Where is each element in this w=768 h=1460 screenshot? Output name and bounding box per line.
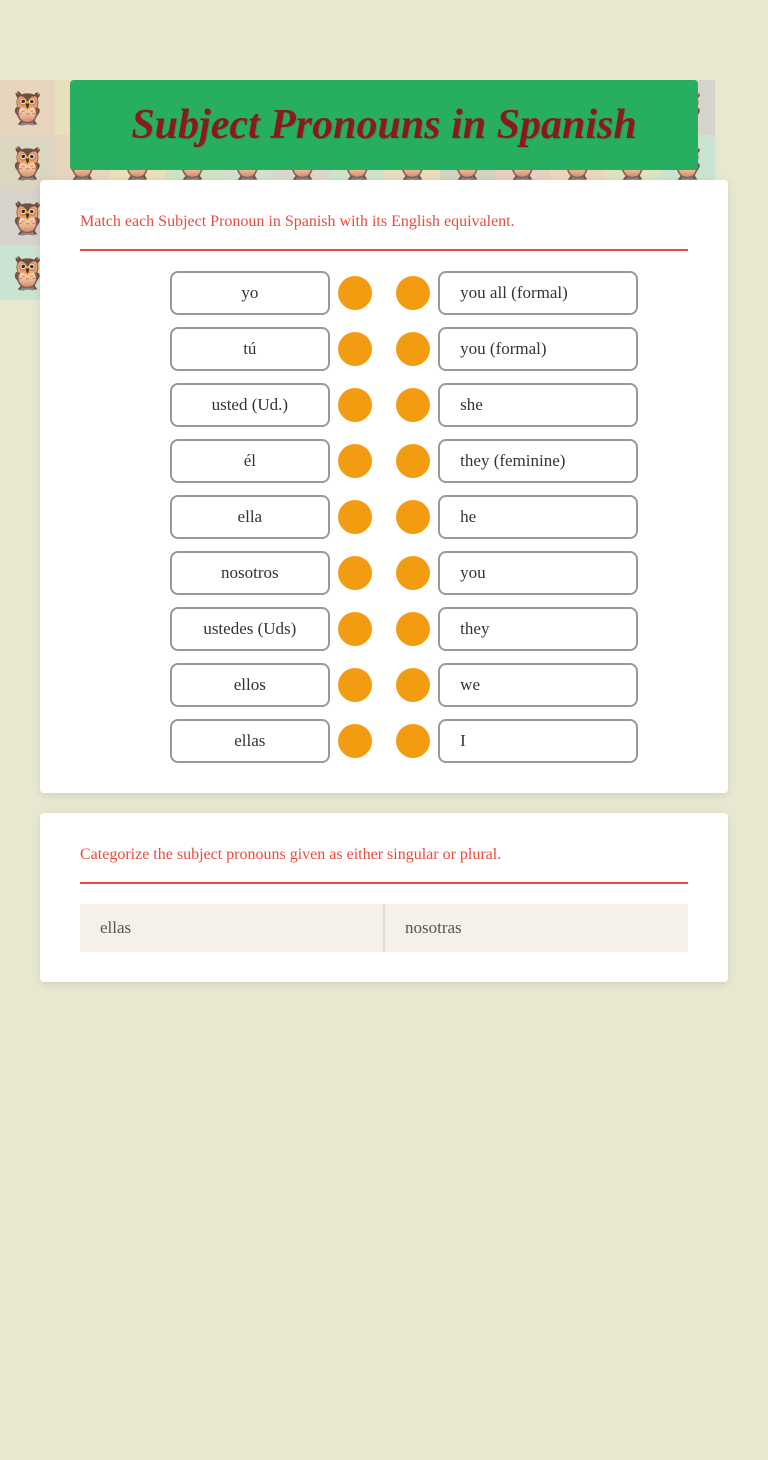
spanish-word-4: ella	[170, 495, 330, 539]
english-word-5: you	[438, 551, 638, 595]
match-right-8: I	[396, 719, 688, 763]
section-divider	[80, 249, 688, 251]
owl-decoration: 🦉	[0, 80, 55, 135]
match-row: tú you (formal)	[80, 327, 688, 371]
match-left-1: tú	[80, 327, 372, 371]
match-section: Match each Subject Pronoun in Spanish wi…	[40, 180, 728, 793]
match-row: ellas I	[80, 719, 688, 763]
spanish-word-3: él	[170, 439, 330, 483]
spanish-word-0: yo	[170, 271, 330, 315]
right-dot-8[interactable]	[396, 724, 430, 758]
english-word-7: we	[438, 663, 638, 707]
english-word-3: they (feminine)	[438, 439, 638, 483]
match-left-4: ella	[80, 495, 372, 539]
right-dot-2[interactable]	[396, 388, 430, 422]
match-left-6: ustedes (Uds)	[80, 607, 372, 651]
right-dot-4[interactable]	[396, 500, 430, 534]
right-dot-6[interactable]	[396, 612, 430, 646]
match-grid: yo you all (formal) tú you (formal) uste…	[80, 271, 688, 763]
spanish-word-8: ellas	[170, 719, 330, 763]
match-row: usted (Ud.) she	[80, 383, 688, 427]
match-right-2: she	[396, 383, 688, 427]
match-left-3: él	[80, 439, 372, 483]
left-dot-1[interactable]	[338, 332, 372, 366]
match-left-0: yo	[80, 271, 372, 315]
match-right-3: they (feminine)	[396, 439, 688, 483]
spanish-word-5: nosotros	[170, 551, 330, 595]
english-word-6: they	[438, 607, 638, 651]
english-word-2: she	[438, 383, 638, 427]
match-row: nosotros you	[80, 551, 688, 595]
left-dot-0[interactable]	[338, 276, 372, 310]
match-left-2: usted (Ud.)	[80, 383, 372, 427]
match-right-4: he	[396, 495, 688, 539]
english-word-0: you all (formal)	[438, 271, 638, 315]
categorize-table: ellas nosotras	[80, 904, 688, 952]
categorize-row: ellas nosotras	[80, 904, 688, 952]
spanish-word-1: tú	[170, 327, 330, 371]
left-dot-2[interactable]	[338, 388, 372, 422]
left-dot-6[interactable]	[338, 612, 372, 646]
match-right-7: we	[396, 663, 688, 707]
match-row: ella he	[80, 495, 688, 539]
match-row: yo you all (formal)	[80, 271, 688, 315]
match-left-5: nosotros	[80, 551, 372, 595]
right-dot-5[interactable]	[396, 556, 430, 590]
match-left-7: ellos	[80, 663, 372, 707]
left-dot-7[interactable]	[338, 668, 372, 702]
left-dot-8[interactable]	[338, 724, 372, 758]
english-word-1: you (formal)	[438, 327, 638, 371]
spanish-word-2: usted (Ud.)	[170, 383, 330, 427]
right-dot-7[interactable]	[396, 668, 430, 702]
categorize-divider	[80, 882, 688, 884]
categorize-cell-2: nosotras	[384, 904, 688, 952]
page-title: Subject Pronouns in Spanish	[100, 100, 668, 150]
right-dot-0[interactable]	[396, 276, 430, 310]
match-instructions: Match each Subject Pronoun in Spanish wi…	[80, 210, 688, 234]
match-right-0: you all (formal)	[396, 271, 688, 315]
categorize-instructions: Categorize the subject pronouns given as…	[80, 843, 688, 867]
left-dot-5[interactable]	[338, 556, 372, 590]
title-banner: Subject Pronouns in Spanish	[70, 80, 698, 170]
spanish-word-6: ustedes (Uds)	[170, 607, 330, 651]
english-word-4: he	[438, 495, 638, 539]
left-dot-3[interactable]	[338, 444, 372, 478]
right-dot-3[interactable]	[396, 444, 430, 478]
match-right-6: they	[396, 607, 688, 651]
match-right-5: you	[396, 551, 688, 595]
match-right-1: you (formal)	[396, 327, 688, 371]
match-row: ustedes (Uds) they	[80, 607, 688, 651]
match-row: ellos we	[80, 663, 688, 707]
match-left-8: ellas	[80, 719, 372, 763]
categorize-cell-1: ellas	[80, 904, 384, 952]
match-row: él they (feminine)	[80, 439, 688, 483]
right-dot-1[interactable]	[396, 332, 430, 366]
left-dot-4[interactable]	[338, 500, 372, 534]
english-word-8: I	[438, 719, 638, 763]
spanish-word-7: ellos	[170, 663, 330, 707]
categorize-section: Categorize the subject pronouns given as…	[40, 813, 728, 982]
